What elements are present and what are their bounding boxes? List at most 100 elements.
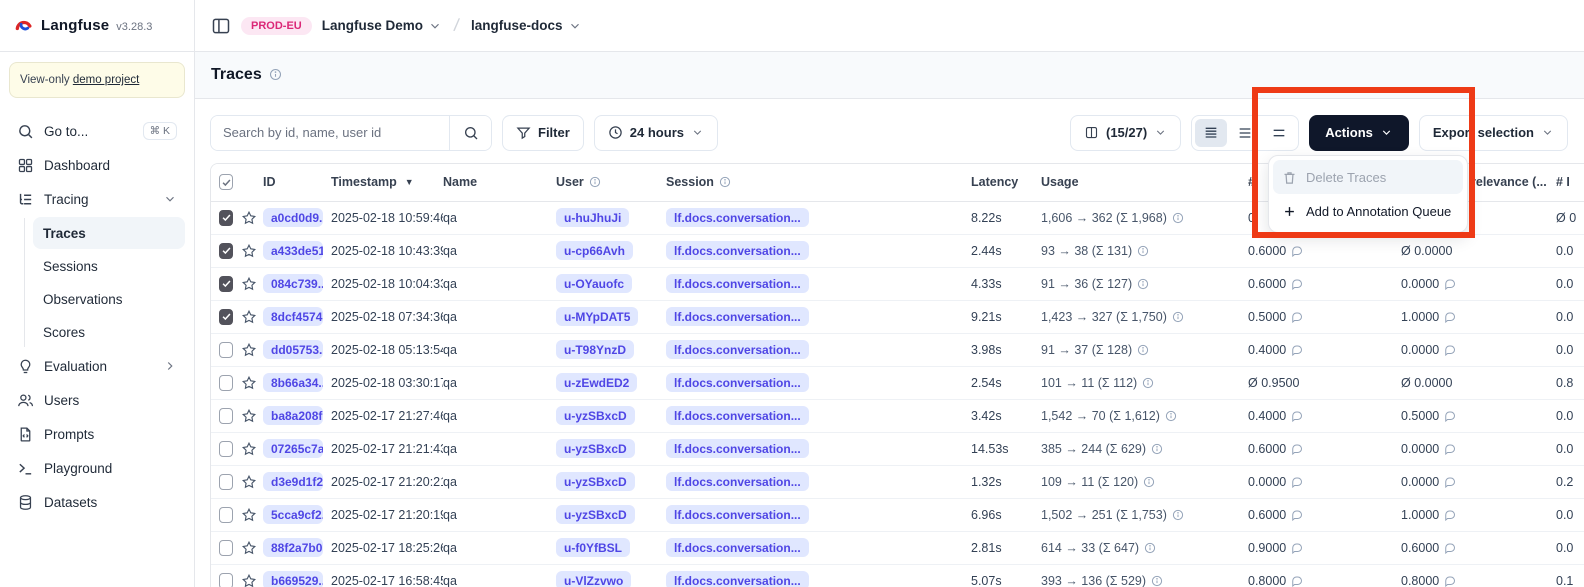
star-icon[interactable] bbox=[241, 474, 257, 490]
trace-id-badge[interactable]: dd05753... bbox=[263, 340, 323, 359]
view-only-banner: View-only demo project bbox=[9, 62, 185, 98]
session-badge[interactable]: lf.docs.conversation... bbox=[666, 274, 809, 293]
row-checkbox[interactable] bbox=[219, 309, 233, 325]
star-icon[interactable] bbox=[241, 408, 257, 424]
user-badge[interactable]: u-yzSBxcD bbox=[556, 472, 635, 491]
sidebar-item-playground[interactable]: Playground bbox=[9, 451, 185, 485]
row-checkbox[interactable] bbox=[219, 573, 233, 587]
sidebar-item-evaluation[interactable]: Evaluation bbox=[9, 349, 185, 383]
column-header-count[interactable]: # I bbox=[1556, 175, 1584, 189]
row-checkbox[interactable] bbox=[219, 375, 233, 391]
trace-id-badge[interactable]: 07265c7a... bbox=[263, 439, 323, 458]
session-badge[interactable]: lf.docs.conversation... bbox=[666, 406, 809, 425]
row-checkbox[interactable] bbox=[219, 507, 233, 523]
trace-id-badge[interactable]: 88f2a7b0... bbox=[263, 538, 323, 557]
menu-item-delete-traces[interactable]: Delete Traces bbox=[1273, 160, 1463, 194]
star-icon[interactable] bbox=[241, 573, 257, 587]
menu-item-add-to-annotation-queue[interactable]: Add to Annotation Queue bbox=[1273, 194, 1463, 228]
trace-id-badge[interactable]: 084c739... bbox=[263, 274, 323, 293]
session-badge[interactable]: lf.docs.conversation... bbox=[666, 208, 809, 227]
star-icon[interactable] bbox=[241, 243, 257, 259]
demo-project-link[interactable]: demo project bbox=[73, 74, 139, 86]
column-header-user[interactable]: User bbox=[556, 175, 666, 189]
sidebar-item-prompts[interactable]: Prompts bbox=[9, 417, 185, 451]
time-range-button[interactable]: 24 hours bbox=[594, 115, 718, 151]
row-height-small-button[interactable] bbox=[1195, 119, 1227, 147]
org-selector[interactable]: Langfuse Demo bbox=[322, 18, 442, 33]
session-badge[interactable]: lf.docs.conversation... bbox=[666, 505, 809, 524]
trace-id-badge[interactable]: ba8a208f... bbox=[263, 406, 323, 425]
row-checkbox[interactable] bbox=[219, 210, 233, 226]
session-badge[interactable]: lf.docs.conversation... bbox=[666, 373, 809, 392]
trace-id-badge[interactable]: d3e9d1f2... bbox=[263, 472, 323, 491]
session-badge[interactable]: lf.docs.conversation... bbox=[666, 241, 809, 260]
row-height-large-button[interactable] bbox=[1263, 119, 1295, 147]
user-badge[interactable]: u-cp66Avh bbox=[556, 241, 633, 260]
sidebar-item-go-to[interactable]: Go to...⌘ K bbox=[9, 114, 185, 148]
export-selection-button[interactable]: Export selection bbox=[1419, 115, 1568, 151]
user-badge[interactable]: u-MYpDAT5 bbox=[556, 307, 638, 326]
column-header-check[interactable] bbox=[219, 174, 241, 190]
select-all-checkbox[interactable] bbox=[219, 174, 233, 190]
session-badge[interactable]: lf.docs.conversation... bbox=[666, 307, 809, 326]
user-badge[interactable]: u-zEwdED2 bbox=[556, 373, 637, 392]
star-icon[interactable] bbox=[241, 375, 257, 391]
filter-button[interactable]: Filter bbox=[502, 115, 584, 151]
star-icon[interactable] bbox=[241, 210, 257, 226]
column-header-usage[interactable]: Usage bbox=[1041, 175, 1248, 189]
search-icon[interactable] bbox=[449, 116, 491, 150]
trace-id-badge[interactable]: a433de51... bbox=[263, 241, 323, 260]
row-checkbox[interactable] bbox=[219, 441, 233, 457]
row-checkbox[interactable] bbox=[219, 342, 233, 358]
sidebar-toggle-icon[interactable] bbox=[211, 16, 231, 36]
sidebar-item-scores[interactable]: Scores bbox=[33, 316, 185, 348]
column-header-relevance[interactable]: relevance (... bbox=[1471, 175, 1556, 189]
user-badge[interactable]: u-yzSBxcD bbox=[556, 406, 635, 425]
sidebar-item-sessions[interactable]: Sessions bbox=[33, 250, 185, 282]
column-header-name[interactable]: Name bbox=[443, 175, 556, 189]
user-badge[interactable]: u-yzSBxcD bbox=[556, 439, 635, 458]
sidebar-item-dashboard[interactable]: Dashboard bbox=[9, 148, 185, 182]
trace-id-badge[interactable]: 5cca9cf2... bbox=[263, 505, 323, 524]
sidebar-item-observations[interactable]: Observations bbox=[33, 283, 185, 315]
column-header-latency[interactable]: Latency bbox=[971, 175, 1041, 189]
star-icon[interactable] bbox=[241, 441, 257, 457]
column-header-session[interactable]: Session bbox=[666, 175, 971, 189]
user-badge[interactable]: u-VlZzvwo bbox=[556, 571, 631, 587]
trace-id-badge[interactable]: a0cd0d9... bbox=[263, 208, 323, 227]
row-checkbox[interactable] bbox=[219, 276, 233, 292]
user-badge[interactable]: u-huJhuJi bbox=[556, 208, 629, 227]
session-badge[interactable]: lf.docs.conversation... bbox=[666, 571, 809, 587]
sidebar-item-datasets[interactable]: Datasets bbox=[9, 485, 185, 519]
column-header-id[interactable]: ID bbox=[263, 175, 331, 189]
session-badge[interactable]: lf.docs.conversation... bbox=[666, 439, 809, 458]
row-height-medium-button[interactable] bbox=[1229, 119, 1261, 147]
sidebar-item-users[interactable]: Users bbox=[9, 383, 185, 417]
project-selector[interactable]: langfuse-docs bbox=[471, 18, 582, 33]
row-checkbox[interactable] bbox=[219, 408, 233, 424]
search-input[interactable] bbox=[211, 116, 449, 150]
trace-id-badge[interactable]: b669529... bbox=[263, 571, 323, 587]
row-checkbox[interactable] bbox=[219, 540, 233, 556]
user-badge[interactable]: u-T98YnzD bbox=[556, 340, 634, 359]
session-badge[interactable]: lf.docs.conversation... bbox=[666, 538, 809, 557]
session-badge[interactable]: lf.docs.conversation... bbox=[666, 472, 809, 491]
session-badge[interactable]: lf.docs.conversation... bbox=[666, 340, 809, 359]
sidebar-item-traces[interactable]: Traces bbox=[33, 217, 185, 249]
column-header-timestamp[interactable]: Timestamp▼ bbox=[331, 175, 443, 189]
actions-button[interactable]: Actions bbox=[1309, 115, 1409, 151]
user-badge[interactable]: u-OYauofc bbox=[556, 274, 632, 293]
star-icon[interactable] bbox=[241, 309, 257, 325]
star-icon[interactable] bbox=[241, 540, 257, 556]
star-icon[interactable] bbox=[241, 507, 257, 523]
user-badge[interactable]: u-f0YfBSL bbox=[556, 538, 630, 557]
star-icon[interactable] bbox=[241, 276, 257, 292]
user-badge[interactable]: u-yzSBxcD bbox=[556, 505, 635, 524]
trace-id-badge[interactable]: 8b66a34... bbox=[263, 373, 323, 392]
row-checkbox[interactable] bbox=[219, 474, 233, 490]
trace-id-badge[interactable]: 8dcf4574... bbox=[263, 307, 323, 326]
row-checkbox[interactable] bbox=[219, 243, 233, 259]
sidebar-item-tracing[interactable]: Tracing bbox=[9, 182, 185, 216]
star-icon[interactable] bbox=[241, 342, 257, 358]
column-visibility-button[interactable]: (15/27) bbox=[1070, 115, 1181, 151]
